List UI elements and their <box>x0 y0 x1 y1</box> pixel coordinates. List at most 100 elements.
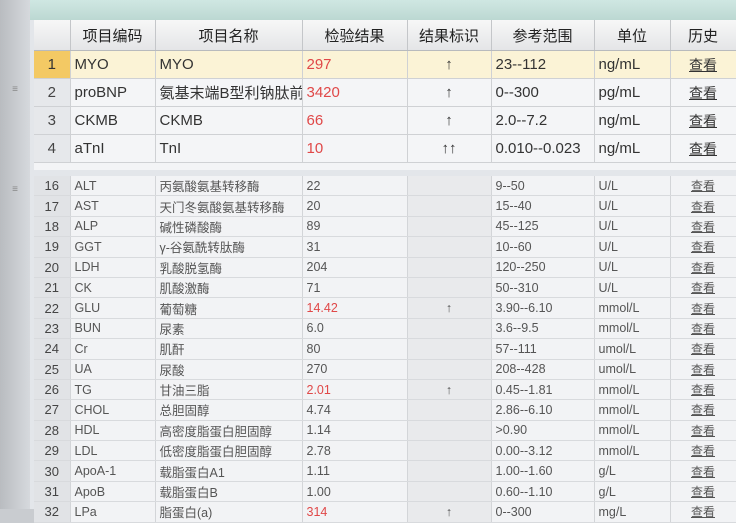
unit-cell: mmol/L <box>594 297 671 319</box>
table-row[interactable]: 19 GGT γ-谷氨酰转肽酶 31 10--60 U/L 查看 <box>34 236 736 258</box>
history-link[interactable]: 查看 <box>670 216 736 238</box>
row-number: 31 <box>34 481 71 503</box>
history-link[interactable]: 查看 <box>670 106 736 135</box>
unit-cell: ng/mL <box>594 50 671 79</box>
splitter-grip-icon[interactable]: ≡ <box>4 184 26 196</box>
history-link[interactable]: 查看 <box>670 236 736 258</box>
range-cell: 2.0--7.2 <box>491 106 595 135</box>
row-number: 32 <box>34 501 71 523</box>
code-cell: MYO <box>70 50 156 79</box>
flag-cell <box>407 399 492 421</box>
header-flag[interactable]: 结果标识 <box>407 20 492 51</box>
table-row[interactable]: 30 ApoA-1 载脂蛋白A1 1.11 1.00--1.60 g/L 查看 <box>34 460 736 482</box>
header-code[interactable]: 项目编码 <box>70 20 156 51</box>
table-row[interactable]: 31 ApoB 载脂蛋白B 1.00 0.60--1.10 g/L 查看 <box>34 481 736 503</box>
row-number: 19 <box>34 236 71 258</box>
row-number: 16 <box>34 176 71 197</box>
code-cell: GLU <box>70 297 156 319</box>
history-link[interactable]: 查看 <box>670 379 736 401</box>
history-link[interactable]: 查看 <box>670 338 736 360</box>
history-link[interactable]: 查看 <box>670 318 736 340</box>
code-cell: LPa <box>70 501 156 523</box>
history-link[interactable]: 查看 <box>670 440 736 462</box>
table-row[interactable]: 20 LDH 乳酸脱氢酶 204 120--250 U/L 查看 <box>34 257 736 278</box>
history-link[interactable]: 查看 <box>670 297 736 319</box>
history-link[interactable]: 查看 <box>670 399 736 421</box>
range-cell: 57--111 <box>491 338 595 360</box>
result-cell: 10 <box>302 134 408 163</box>
header-range[interactable]: 参考范围 <box>491 20 595 51</box>
history-link[interactable]: 查看 <box>670 359 736 380</box>
splitter-grip-icon[interactable]: ≡ <box>4 84 26 96</box>
row-number: 23 <box>34 318 71 340</box>
row-number: 3 <box>34 106 71 135</box>
table-row[interactable]: 22 GLU 葡萄糖 14.42 ↑ 3.90--6.10 mmol/L 查看 <box>34 297 736 319</box>
history-link[interactable]: 查看 <box>670 134 736 163</box>
result-cell: 89 <box>302 216 408 238</box>
range-cell: 0--300 <box>491 501 595 523</box>
flag-cell <box>407 277 492 299</box>
table-row[interactable]: 3 CKMB CKMB 66 ↑ 2.0--7.2 ng/mL 查看 <box>34 106 736 135</box>
result-cell: 66 <box>302 106 408 135</box>
result-cell: 1.00 <box>302 481 408 503</box>
flag-cell <box>407 236 492 258</box>
table-row[interactable]: 17 AST 天门冬氨酸氨基转移酶 20 15--40 U/L 查看 <box>34 195 736 217</box>
code-cell: CKMB <box>70 106 156 135</box>
range-cell: 1.00--1.60 <box>491 460 595 482</box>
range-cell: 15--40 <box>491 195 595 217</box>
table-row[interactable]: 23 BUN 尿素 6.0 3.6--9.5 mmol/L 查看 <box>34 318 736 340</box>
code-cell: LDH <box>70 257 156 278</box>
name-cell: 乳酸脱氢酶 <box>155 257 303 278</box>
name-cell: 高密度脂蛋白胆固醇 <box>155 420 303 442</box>
row-number: 1 <box>34 50 71 79</box>
history-link[interactable]: 查看 <box>670 195 736 217</box>
range-cell: >0.90 <box>491 420 595 442</box>
code-cell: CHOL <box>70 399 156 421</box>
table-row[interactable]: 25 UA 尿酸 270 208--428 umol/L 查看 <box>34 359 736 380</box>
history-link[interactable]: 查看 <box>670 277 736 299</box>
result-cell: 204 <box>302 257 408 278</box>
history-link[interactable]: 查看 <box>670 257 736 278</box>
table-row[interactable]: 27 CHOL 总胆固醇 4.74 2.86--6.10 mmol/L 查看 <box>34 399 736 421</box>
history-link[interactable]: 查看 <box>670 460 736 482</box>
table-row[interactable]: 16 ALT 丙氨酸氨基转移酶 22 9--50 U/L 查看 <box>34 176 736 197</box>
table-row[interactable]: 24 Cr 肌酐 80 57--111 umol/L 查看 <box>34 338 736 360</box>
row-number: 27 <box>34 399 71 421</box>
table-row[interactable]: 26 TG 甘油三脂 2.01 ↑ 0.45--1.81 mmol/L 查看 <box>34 379 736 401</box>
header-unit[interactable]: 单位 <box>594 20 671 51</box>
table-row[interactable]: 29 LDL 低密度脂蛋白胆固醇 2.78 0.00--3.12 mmol/L 查看 <box>34 440 736 462</box>
history-link[interactable]: 查看 <box>670 420 736 442</box>
header-result[interactable]: 检验结果 <box>302 20 408 51</box>
unit-cell: umol/L <box>594 359 671 380</box>
table-row[interactable]: 18 ALP 碱性磷酸酶 89 45--125 U/L 查看 <box>34 216 736 238</box>
result-cell: 314 <box>302 501 408 523</box>
history-link[interactable]: 查看 <box>670 481 736 503</box>
range-cell: 45--125 <box>491 216 595 238</box>
lab-results-window: ≡ ≡ 项目编码 项目名称 检验结果 结果标识 参考范围 单位 历史 1 MYO… <box>0 0 736 523</box>
flag-cell <box>407 460 492 482</box>
header-name[interactable]: 项目名称 <box>155 20 303 51</box>
table-row[interactable]: 32 LPa 脂蛋白(a) 314 ↑ 0--300 mg/L 查看 <box>34 501 736 523</box>
code-cell: ApoB <box>70 481 156 503</box>
flag-cell <box>407 176 492 197</box>
unit-cell: g/L <box>594 460 671 482</box>
corner-cell <box>34 20 71 51</box>
table-row[interactable]: 1 MYO MYO 297 ↑ 23--112 ng/mL 查看 <box>34 50 736 79</box>
header-history[interactable]: 历史 <box>670 20 736 51</box>
history-link[interactable]: 查看 <box>670 78 736 107</box>
flag-cell: ↑ <box>407 297 492 319</box>
name-cell: 甘油三脂 <box>155 379 303 401</box>
result-cell: 1.14 <box>302 420 408 442</box>
history-link[interactable]: 查看 <box>670 50 736 79</box>
history-link[interactable]: 查看 <box>670 176 736 197</box>
table-row[interactable]: 2proBNP氨基末端B型利钠肽前体3420↑0--300pg/mL查看 <box>34 78 736 107</box>
table-row[interactable]: 28 HDL 高密度脂蛋白胆固醇 1.14 >0.90 mmol/L 查看 <box>34 420 736 442</box>
result-cell: 3420 <box>302 78 408 107</box>
unit-cell: U/L <box>594 195 671 217</box>
range-cell: 0.45--1.81 <box>491 379 595 401</box>
history-link[interactable]: 查看 <box>670 501 736 523</box>
table-row[interactable]: 4 aTnI TnI 10 ↑↑ 0.010--0.023 ng/mL 查看 <box>34 134 736 163</box>
code-cell: LDL <box>70 440 156 462</box>
left-splitter-bar[interactable]: ≡ ≡ <box>0 0 30 509</box>
table-row[interactable]: 21 CK 肌酸激酶 71 50--310 U/L 查看 <box>34 277 736 299</box>
